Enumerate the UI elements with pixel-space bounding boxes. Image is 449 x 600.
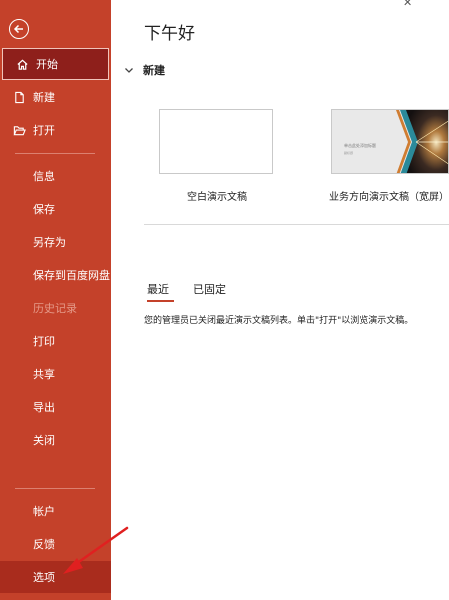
template-label: 空白演示文稿 <box>187 192 247 203</box>
backstage-sidebar: 开始 新建 打开 信息 保存 另存为 保存到百度网盘 历史记录 打印 共享 导出… <box>0 0 111 600</box>
sidebar-item-label: 新建 <box>33 91 55 104</box>
sidebar-item-label: 关闭 <box>33 434 55 447</box>
business-presentation-template[interactable]: 单击此处添加标题 副标题 <box>331 109 449 174</box>
sidebar-item-label: 信息 <box>33 170 55 183</box>
sidebar-item-print[interactable]: 打印 <box>0 325 111 357</box>
new-section-toggle[interactable]: 新建 <box>124 62 165 78</box>
chevron-down-icon <box>125 68 133 73</box>
sidebar-item-label: 另存为 <box>33 236 66 249</box>
sidebar-item-save-baidu[interactable]: 保存到百度网盘 <box>0 259 111 291</box>
backstage-main: ✕ 下午好 新建 空白演示文稿 单击此处添加标题 副标题 业务方向演示文稿（宽屏… <box>111 0 449 600</box>
sidebar-item-close[interactable]: 关闭 <box>0 424 111 456</box>
sidebar-item-label: 反馈 <box>33 538 55 551</box>
sidebar-item-label: 帐户 <box>33 505 55 518</box>
sidebar-divider <box>15 488 95 489</box>
back-arrow-icon <box>13 24 23 34</box>
sidebar-divider <box>15 153 95 154</box>
sidebar-item-label: 开始 <box>36 58 58 71</box>
home-icon <box>15 57 29 71</box>
sidebar-item-history: 历史记录 <box>0 292 111 324</box>
sidebar-item-new[interactable]: 新建 <box>0 81 111 113</box>
section-divider <box>144 224 449 225</box>
sidebar-item-open[interactable]: 打开 <box>0 114 111 146</box>
template-label: 业务方向演示文稿（宽屏） <box>329 192 449 203</box>
tab-selected-indicator <box>147 300 174 302</box>
template-thumb-subtitle: 副标题 <box>344 151 354 155</box>
sidebar-item-label: 保存到百度网盘 <box>33 269 110 282</box>
sidebar-item-label: 选项 <box>33 571 55 584</box>
sidebar-item-share[interactable]: 共享 <box>0 358 111 390</box>
sidebar-item-label: 导出 <box>33 401 55 414</box>
sidebar-item-save[interactable]: 保存 <box>0 193 111 225</box>
sidebar-item-export[interactable]: 导出 <box>0 391 111 423</box>
template-thumbnail-art <box>332 110 448 173</box>
sidebar-item-label: 历史记录 <box>33 302 77 315</box>
sidebar-item-info[interactable]: 信息 <box>0 160 111 192</box>
template-thumb-title: 单击此处添加标题 <box>344 143 376 148</box>
sidebar-item-home[interactable]: 开始 <box>2 48 109 80</box>
back-button[interactable] <box>9 19 29 39</box>
tab-pinned[interactable]: 已固定 <box>193 281 226 297</box>
sidebar-item-save-as[interactable]: 另存为 <box>0 226 111 258</box>
sidebar-item-label: 共享 <box>33 368 55 381</box>
sidebar-item-label: 保存 <box>33 203 55 216</box>
close-icon[interactable]: ✕ <box>403 0 412 9</box>
page-title: 下午好 <box>144 24 195 44</box>
section-title: 新建 <box>143 64 165 77</box>
open-folder-icon <box>12 123 26 137</box>
annotation-arrow-icon <box>63 526 129 574</box>
blank-presentation-template[interactable] <box>159 109 273 174</box>
sidebar-item-label: 打开 <box>33 124 55 137</box>
sidebar-item-label: 打印 <box>33 335 55 348</box>
new-document-icon <box>12 90 26 104</box>
tab-recent[interactable]: 最近 <box>147 281 169 297</box>
recent-disabled-notice: 您的管理员已关闭最近演示文稿列表。单击"打开"以浏览演示文稿。 <box>144 316 414 326</box>
